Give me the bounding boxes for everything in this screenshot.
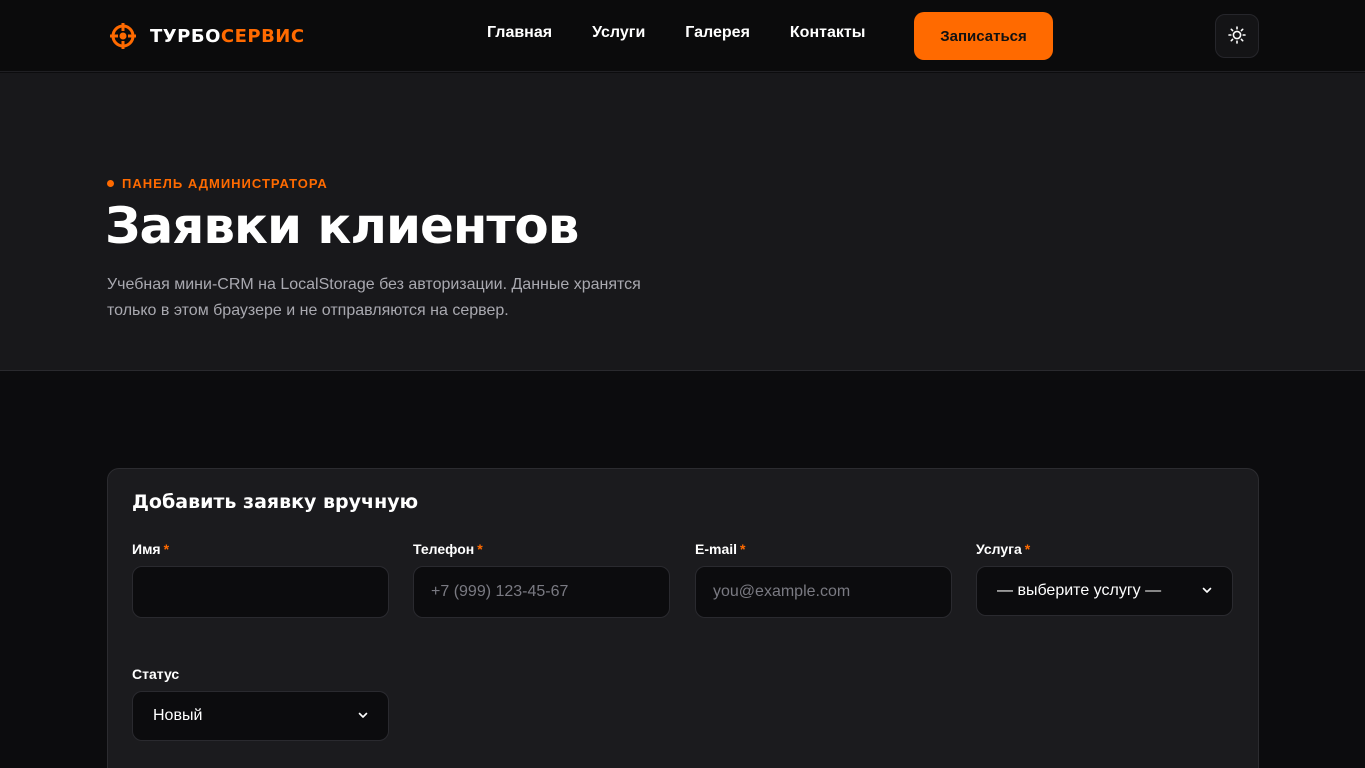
email-input[interactable] xyxy=(695,566,952,618)
eyebrow-text: ПАНЕЛЬ АДМИНИСТРАТОРА xyxy=(122,176,328,191)
eyebrow-dot xyxy=(107,180,114,187)
phone-label-text: Телефон xyxy=(413,541,475,557)
service-label: Услуга * xyxy=(976,541,1233,557)
section-eyebrow: ПАНЕЛЬ АДМИНИСТРАТОРА xyxy=(107,176,328,191)
crosshair-icon xyxy=(110,23,136,49)
main-nav: Главная Услуги Галерея Контакты xyxy=(487,24,865,42)
page-description: Учебная мини-CRM на LocalStorage без авт… xyxy=(107,276,641,319)
card-title: Добавить заявку вручную xyxy=(132,491,419,513)
email-label: E-mail * xyxy=(695,541,952,557)
phone-label: Телефон * xyxy=(413,541,670,557)
sun-icon xyxy=(1228,25,1246,47)
chevron-down-icon xyxy=(358,707,368,725)
nav-link-gallery[interactable]: Галерея xyxy=(685,24,750,42)
nav-link-contacts[interactable]: Контакты xyxy=(790,24,865,42)
name-label: Имя * xyxy=(132,541,389,557)
logo-text-part1: ТУРБО xyxy=(150,25,221,47)
logo-text: ТУРБОСЕРВИС xyxy=(150,26,305,47)
service-select[interactable]: — выберите услугу — xyxy=(976,566,1233,616)
logo[interactable]: ТУРБОСЕРВИС xyxy=(110,22,305,50)
phone-input[interactable] xyxy=(413,566,670,618)
email-field-group: E-mail * xyxy=(695,541,952,618)
nav-link-home[interactable]: Главная xyxy=(487,24,552,42)
name-field-group: Имя * xyxy=(132,541,389,618)
status-field-group: Статус Новый xyxy=(132,666,389,741)
book-button[interactable]: Записаться xyxy=(914,12,1053,60)
chevron-down-icon xyxy=(1202,582,1212,600)
logo-text-part2: СЕРВИС xyxy=(220,25,305,47)
service-select-value: — выберите услугу — xyxy=(997,582,1162,599)
page-title: Заявки клиентов xyxy=(105,197,579,255)
site-header: ТУРБОСЕРВИС Главная Услуги Галерея Конта… xyxy=(0,0,1365,72)
required-mark: * xyxy=(740,541,746,557)
required-mark: * xyxy=(1024,541,1031,557)
status-select-value: Новый xyxy=(153,707,203,724)
phone-field-group: Телефон * xyxy=(413,541,670,618)
required-mark: * xyxy=(163,541,170,557)
add-request-card: Добавить заявку вручную Имя* Телефон* E-… xyxy=(107,468,1259,768)
name-label-text: Имя xyxy=(132,541,161,557)
service-field-group: Услуга * — выберите услугу — xyxy=(976,541,1233,616)
status-label: Статус xyxy=(132,666,180,682)
theme-toggle-button[interactable] xyxy=(1215,14,1259,58)
name-input[interactable] xyxy=(132,566,389,618)
required-mark: * xyxy=(477,541,483,557)
hero-section: ПАНЕЛЬ АДМИНИСТРАТОРА Заявки клиентов Уч… xyxy=(0,73,1365,371)
email-label-text: E-mail xyxy=(695,541,738,557)
nav-link-services[interactable]: Услуги xyxy=(592,24,645,42)
status-select[interactable]: Новый xyxy=(132,691,389,741)
service-label-text: Услуга xyxy=(976,541,1022,557)
